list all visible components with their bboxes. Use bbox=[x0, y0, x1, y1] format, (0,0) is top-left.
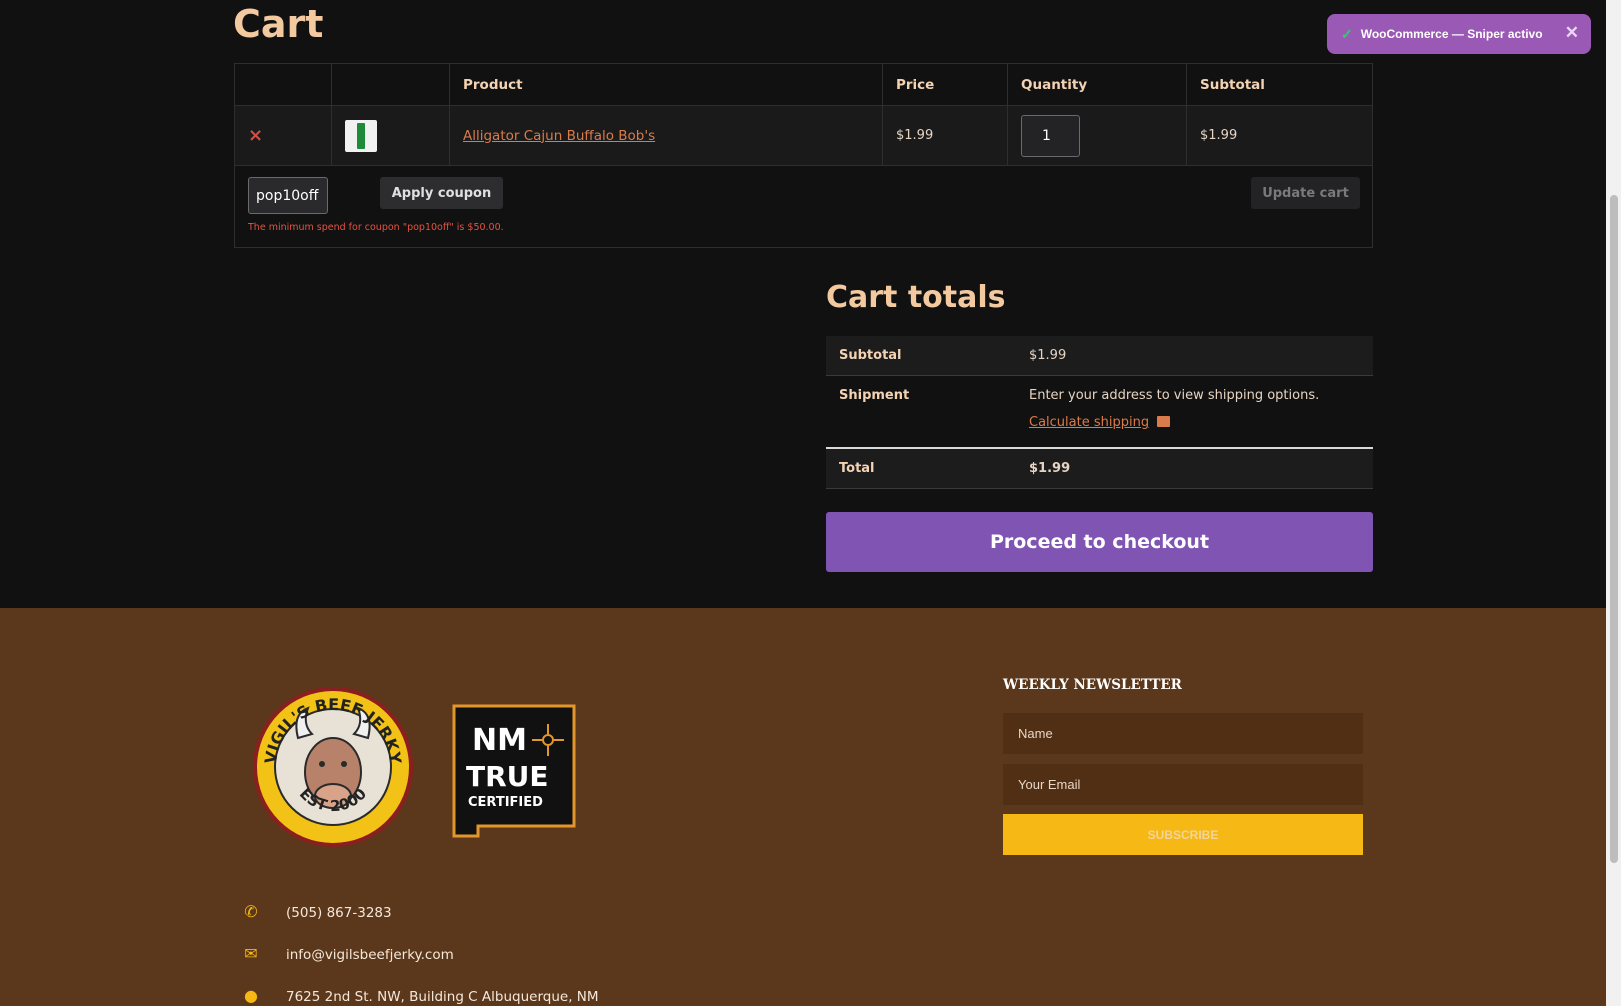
totals-total-row: Total $1.99 bbox=[826, 447, 1373, 488]
contact-phone-text: (505) 867-3283 bbox=[286, 905, 392, 921]
contact-email[interactable]: ✉ info@vigilsbeefjerky.com bbox=[240, 944, 454, 963]
subtotal-cell: $1.99 bbox=[1186, 105, 1373, 166]
product-name-link[interactable]: Alligator Cajun Buffalo Bob's bbox=[463, 128, 655, 144]
subtotal-value: $1.99 bbox=[1029, 348, 1067, 363]
remove-cell: × bbox=[234, 105, 332, 166]
phone-icon: ✆ bbox=[244, 902, 258, 921]
shipment-label: Shipment bbox=[839, 388, 910, 403]
contact-address-text: 7625 2nd St. NW, Building C Albuquerque,… bbox=[286, 989, 599, 1005]
proceed-to-checkout-button[interactable]: Proceed to checkout bbox=[826, 512, 1373, 572]
check-icon: ✓ bbox=[1341, 25, 1353, 42]
cart-actions: Apply coupon Update cart The minimum spe… bbox=[234, 166, 1373, 248]
apply-coupon-button[interactable]: Apply coupon bbox=[380, 177, 503, 209]
column-header-thumbnail bbox=[331, 63, 450, 106]
newsletter-title: WEEKLY NEWSLETTER bbox=[1003, 677, 1182, 693]
column-header-subtotal: Subtotal bbox=[1186, 63, 1373, 106]
product-thumbnail[interactable] bbox=[345, 119, 377, 152]
totals-shipment-row: Shipment Enter your address to view ship… bbox=[826, 376, 1373, 448]
product-cell: Alligator Cajun Buffalo Bob's bbox=[449, 105, 883, 166]
price-cell: $1.99 bbox=[882, 105, 1008, 166]
totals-subtotal-row: Subtotal $1.99 bbox=[826, 336, 1373, 376]
total-value: $1.99 bbox=[1029, 460, 1071, 476]
contact-address[interactable]: ● 7625 2nd St. NW, Building C Albuquerque… bbox=[240, 986, 599, 1005]
site-footer: VIGIL'S BEEF JERKY EST 2000 NM TRUE CERT… bbox=[0, 608, 1606, 1006]
page-scrollbar[interactable] bbox=[1606, 0, 1621, 1006]
subtotal-label: Subtotal bbox=[839, 348, 902, 363]
nm-true-certified-logo[interactable]: NM TRUE CERTIFIED bbox=[450, 702, 580, 848]
vigils-beef-jerky-logo[interactable]: VIGIL'S BEEF JERKY EST 2000 bbox=[252, 686, 414, 852]
newsletter-name-input[interactable] bbox=[1003, 713, 1363, 754]
toast-text: WooCommerce — Sniper activo bbox=[1360, 27, 1543, 41]
column-header-quantity: Quantity bbox=[1007, 63, 1187, 106]
cart-table-header: Product Price Quantity Subtotal bbox=[234, 63, 1373, 106]
cart-totals-table: Subtotal $1.99 Shipment Enter your addre… bbox=[826, 336, 1373, 489]
newsletter-email-input[interactable] bbox=[1003, 764, 1363, 805]
column-header-product: Product bbox=[449, 63, 883, 106]
subscribe-button[interactable]: SUBSCRIBE bbox=[1003, 814, 1363, 855]
contact-phone[interactable]: ✆ (505) 867-3283 bbox=[240, 902, 392, 921]
map-marker-icon: ● bbox=[244, 986, 258, 1005]
quantity-input[interactable] bbox=[1021, 114, 1080, 157]
shipment-text: Enter your address to view shipping opti… bbox=[1029, 388, 1320, 403]
cart-item-row: × Alligator Cajun Buffalo Bob's $1.99 $1… bbox=[234, 105, 1373, 166]
logo-nm-line2: TRUE bbox=[466, 760, 549, 793]
woocommerce-toast: ✓ WooCommerce — Sniper activo ✕ bbox=[1327, 14, 1591, 54]
close-icon[interactable]: ✕ bbox=[1565, 23, 1579, 43]
calculate-shipping-link[interactable]: Calculate shipping bbox=[1029, 415, 1171, 430]
envelope-icon: ✉ bbox=[244, 944, 258, 963]
cart-table: Product Price Quantity Subtotal × Alliga… bbox=[234, 63, 1373, 166]
logo-nm-line1: NM bbox=[472, 723, 527, 758]
coupon-code-input[interactable] bbox=[248, 177, 328, 214]
coupon-error-message: The minimum spend for coupon "pop10off" … bbox=[248, 222, 504, 233]
quantity-cell bbox=[1007, 105, 1187, 166]
contact-email-text: info@vigilsbeefjerky.com bbox=[286, 947, 454, 963]
shipment-cell: Enter your address to view shipping opti… bbox=[1016, 376, 1373, 448]
update-cart-button[interactable]: Update cart bbox=[1251, 177, 1360, 209]
page-title: Cart bbox=[233, 2, 324, 46]
thumbnail-cell bbox=[331, 105, 450, 166]
scrollbar-thumb[interactable] bbox=[1610, 195, 1618, 863]
cart-totals-title: Cart totals bbox=[826, 280, 1006, 315]
total-label: Total bbox=[839, 460, 875, 476]
column-header-remove bbox=[234, 63, 332, 106]
calculate-shipping-label: Calculate shipping bbox=[1029, 415, 1150, 430]
logo-nm-line3: CERTIFIED bbox=[468, 795, 543, 810]
truck-icon bbox=[1157, 416, 1171, 427]
remove-item-icon[interactable]: × bbox=[248, 125, 263, 146]
column-header-price: Price bbox=[882, 63, 1008, 106]
